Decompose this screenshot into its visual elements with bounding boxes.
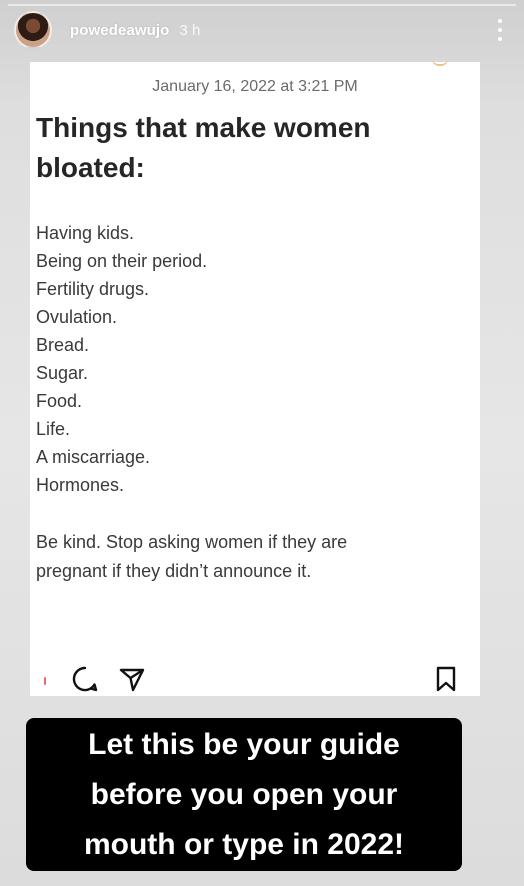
list-item: Sugar. — [36, 363, 89, 383]
list-item: Ovulation. — [36, 307, 118, 327]
post-title: Things that make women bloated: — [36, 108, 456, 188]
story-progress-bar — [8, 4, 516, 6]
list-item: Life. — [36, 419, 71, 439]
comment-icon[interactable] — [69, 663, 101, 695]
list-item: Food. — [36, 391, 83, 411]
list-item: Hormones. — [36, 475, 125, 495]
closing-line-1: Be kind. Stop asking women if they are — [36, 532, 348, 552]
story-caption: Let this be your guide before you open y… — [26, 718, 462, 871]
list-item: Fertility drugs. — [36, 279, 150, 299]
caption-line-3: mouth or type in 2022! — [83, 827, 405, 861]
closing-message: Be kind. Stop asking women if they are p… — [36, 528, 456, 586]
post-title-line-1: Things that make women — [36, 112, 371, 143]
closing-line-2: pregnant if they didn’t announce it. — [36, 561, 312, 581]
share-icon[interactable] — [116, 663, 148, 695]
story-time-ago: 3 h — [179, 21, 201, 39]
caption-line-2: before you open your — [90, 777, 398, 811]
bookmark-icon[interactable] — [430, 663, 462, 695]
avatar[interactable] — [14, 11, 52, 49]
list-item: Being on their period. — [36, 251, 208, 271]
caption-line-1: Let this be your guide — [88, 727, 400, 761]
more-vertical-icon[interactable] — [490, 17, 510, 43]
like-icon-partial — [44, 677, 46, 685]
story-header: powedeawujo 3 h — [14, 10, 510, 50]
bloating-causes-list: Having kids. Being on their period. Fert… — [36, 219, 207, 499]
post-date: January 16, 2022 at 3:21 PM — [152, 78, 358, 95]
post-title-line-2: bloated: — [36, 152, 145, 183]
post-action-bar — [30, 663, 480, 695]
list-item: Having kids. — [36, 223, 135, 243]
list-item: A miscarriage. — [36, 447, 151, 467]
post-card: January 16, 2022 at 3:21 PM Things that … — [30, 62, 480, 696]
username[interactable]: powedeawujo — [70, 22, 169, 39]
card-accent-decoration — [432, 59, 448, 66]
list-item: Bread. — [36, 335, 90, 355]
